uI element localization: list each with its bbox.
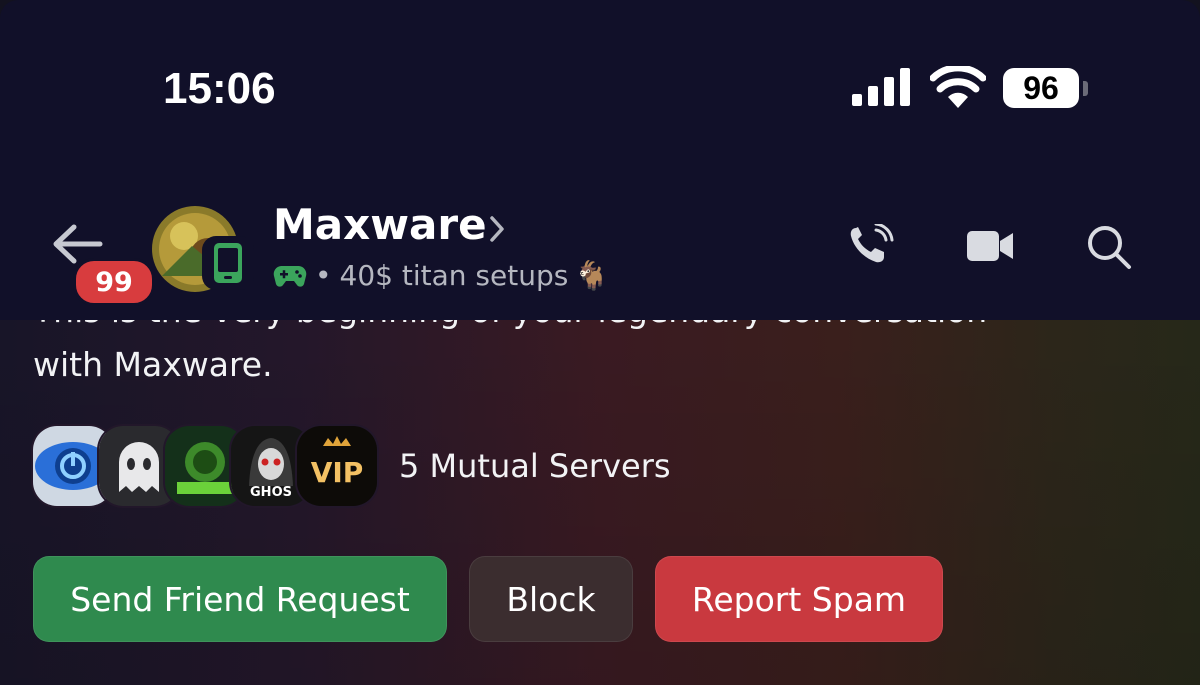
intro-line-2: with Maxware.: [33, 345, 273, 384]
conversation-intro: This is the very beginning of your legen…: [33, 320, 1153, 392]
dm-username[interactable]: Maxware: [273, 200, 487, 249]
mutual-servers-label[interactable]: 5 Mutual Servers: [399, 447, 671, 485]
status-bar-time: 15:06: [163, 64, 276, 113]
block-button[interactable]: Block: [469, 556, 633, 642]
send-friend-request-button[interactable]: Send Friend Request: [33, 556, 447, 642]
mobile-status-indicator: [202, 236, 254, 290]
intro-line-1: This is the very beginning of your legen…: [33, 320, 1153, 338]
wifi-icon: [930, 66, 986, 108]
mobile-icon: [214, 243, 242, 283]
battery-nub: [1083, 81, 1088, 96]
custom-status: • 40$ titan setups 🐐: [273, 259, 609, 292]
svg-text:GHOS: GHOS: [250, 485, 292, 500]
chevron-right-icon[interactable]: [487, 214, 507, 244]
search-icon[interactable]: [1086, 224, 1132, 270]
video-camera-icon[interactable]: [966, 228, 1014, 264]
svg-text:VIP: VIP: [311, 456, 364, 489]
unread-badge: 99: [73, 258, 155, 306]
battery-indicator: 96: [1003, 68, 1079, 108]
chat-area[interactable]: This is the very beginning of your legen…: [0, 320, 1200, 685]
server-icon-vip[interactable]: VIP: [297, 426, 377, 506]
cellular-signal-icon: [852, 68, 910, 106]
phone-call-icon[interactable]: [848, 224, 896, 268]
report-spam-button[interactable]: Report Spam: [655, 556, 943, 642]
gamepad-icon: [273, 265, 307, 287]
profile-actions: Send Friend Request Block Report Spam: [33, 556, 943, 642]
dm-header: 15:06 96 99 Maxware • 40$ titan setups 🐐: [0, 0, 1200, 320]
custom-status-text: 40$ titan setups: [339, 259, 569, 292]
mutual-servers[interactable]: GHOS VIP 5 Mutual Servers: [33, 425, 671, 507]
goat-emoji: 🐐: [574, 259, 610, 292]
status-separator: •: [315, 259, 332, 292]
